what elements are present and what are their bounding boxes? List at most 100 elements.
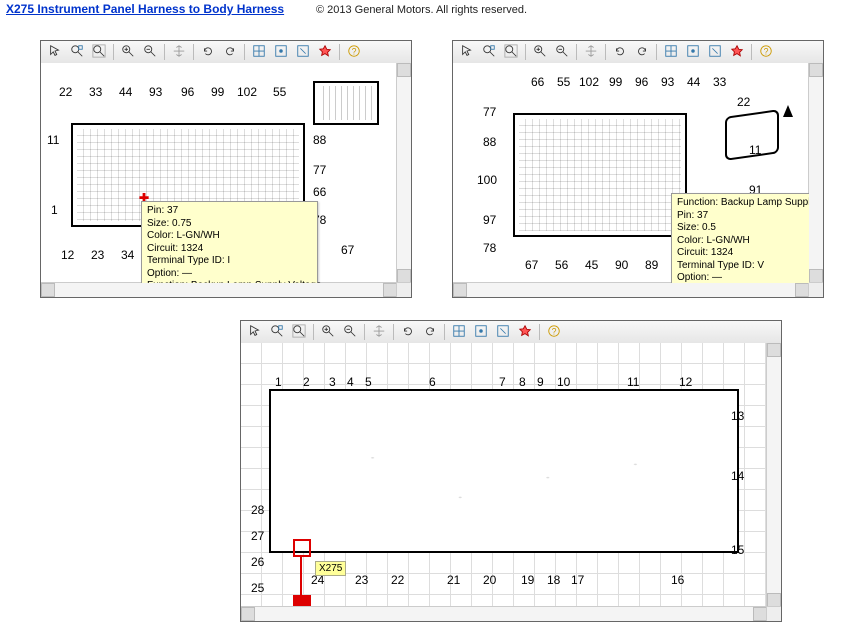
toolbar-separator	[656, 44, 657, 60]
callout: 102	[237, 85, 257, 99]
zoom-in-icon	[533, 44, 547, 61]
zoom-in-button[interactable]	[318, 322, 338, 342]
toggle-grid-button[interactable]	[661, 42, 681, 62]
toggle-layers-button[interactable]	[471, 322, 491, 342]
callout: 78	[483, 241, 496, 255]
help-icon: ?	[759, 44, 773, 61]
zoom-out-button[interactable]	[552, 42, 572, 62]
toolbar-separator	[751, 44, 752, 60]
zoom-area-button[interactable]	[67, 42, 87, 62]
zoom-area-button[interactable]	[267, 322, 287, 342]
horizontal-scrollbar[interactable]	[453, 282, 809, 297]
svg-text:?: ?	[552, 326, 557, 336]
copyright-text: © 2013 General Motors. All rights reserv…	[0, 4, 843, 16]
zoom-fit-button[interactable]	[89, 42, 109, 62]
toolbar: ?	[453, 41, 823, 64]
pointer-button[interactable]	[45, 42, 65, 62]
svg-text:?: ?	[352, 46, 357, 56]
horizontal-scrollbar[interactable]	[41, 282, 397, 297]
callout: 96	[635, 75, 648, 89]
vertical-scrollbar[interactable]	[766, 343, 781, 607]
toggle-grid-button[interactable]	[249, 42, 269, 62]
diagram-viewport[interactable]: ✚ 22 33 44 93 96 99 102 55 11 1 12 23 34…	[41, 63, 397, 283]
diagram-viewport[interactable]: 1 2 3 4 5 6 7 8 9 10 11 12 13 14 15 16 1…	[241, 343, 767, 607]
rotate-cw-button[interactable]	[220, 42, 240, 62]
toolbar-separator	[113, 44, 114, 60]
zoom-out-icon	[343, 324, 357, 341]
toolbar-separator	[605, 44, 606, 60]
highlight-button[interactable]	[727, 42, 747, 62]
callout: 5	[365, 375, 372, 389]
vertical-scrollbar[interactable]	[396, 63, 411, 283]
toggle-layers-button[interactable]	[271, 42, 291, 62]
toggle-layers-button[interactable]	[683, 42, 703, 62]
vertical-scrollbar[interactable]	[808, 63, 823, 283]
zoom-fit-button[interactable]	[501, 42, 521, 62]
callout: 56	[555, 258, 568, 272]
tooltip-row: Color: L-GN/WH	[147, 230, 312, 243]
tooltip-row: Option: —	[147, 268, 312, 281]
zoom-fit-button[interactable]	[289, 322, 309, 342]
tooltip-row: Color: L-GN/WH	[677, 235, 809, 248]
toggle-callouts-button[interactable]	[293, 42, 313, 62]
rotate-ccw-button[interactable]	[398, 322, 418, 342]
callout: 27	[251, 529, 264, 543]
pan-button[interactable]	[169, 42, 189, 62]
toolbar: ?	[41, 41, 411, 64]
callout: 99	[211, 85, 224, 99]
scroll-corner	[396, 282, 411, 297]
callout: 11	[47, 133, 59, 147]
pan-button[interactable]	[369, 322, 389, 342]
horizontal-scrollbar[interactable]	[241, 606, 767, 621]
zoom-area-button[interactable]	[479, 42, 499, 62]
toolbar: ?	[241, 321, 781, 344]
pointer-button[interactable]	[245, 322, 265, 342]
callout: 25	[251, 581, 264, 595]
callout: 55	[273, 85, 286, 99]
tooltip-row: Function: Backup Lamp Supply Voltage	[147, 280, 312, 283]
highlight-button[interactable]	[515, 322, 535, 342]
toggle-callouts-button[interactable]	[493, 322, 513, 342]
zoom-fit-icon	[92, 44, 106, 61]
tooltip-row: Terminal Type ID: I	[147, 255, 312, 268]
callout: 45	[585, 258, 598, 272]
toggle-callouts-button[interactable]	[705, 42, 725, 62]
pin-info-tooltip: Pin: 37Size: 0.75Color: L-GN/WHCircuit: …	[141, 201, 318, 283]
tooltip-row: Pin: 37	[677, 210, 809, 223]
callout: 66	[531, 75, 544, 89]
highlight-button[interactable]	[315, 42, 335, 62]
toggle-grid-button[interactable]	[449, 322, 469, 342]
rotate-ccw-button[interactable]	[198, 42, 218, 62]
rotate-ccw-button[interactable]	[610, 42, 630, 62]
zoom-in-icon	[121, 44, 135, 61]
toolbar-separator	[244, 44, 245, 60]
help-button[interactable]: ?	[544, 322, 564, 342]
callout: 55	[557, 75, 570, 89]
pan-button[interactable]	[581, 42, 601, 62]
rotate-ccw-icon	[401, 324, 415, 341]
zoom-in-button[interactable]	[530, 42, 550, 62]
callout: 67	[525, 258, 538, 272]
callout: 16	[671, 573, 684, 587]
callout: 99	[609, 75, 622, 89]
connector-viewer-harness-side: ? ✚ 22 33 44 93 96 99 102 55 11 1 12 23 …	[40, 40, 412, 298]
rotate-ccw-icon	[613, 44, 627, 61]
pointer-button[interactable]	[457, 42, 477, 62]
diagram-viewport[interactable]: 66 55 102 99 96 93 44 33 77 88 100 97 78…	[453, 63, 809, 283]
zoom-in-button[interactable]	[118, 42, 138, 62]
rotate-ccw-icon	[201, 44, 215, 61]
toggle-layers-icon	[686, 44, 700, 61]
zoom-out-button[interactable]	[340, 322, 360, 342]
callout: 102	[579, 75, 599, 89]
tooltip-row: Circuit: 1324	[677, 247, 809, 260]
tooltip-row: Size: 0.5	[677, 222, 809, 235]
zoom-in-icon	[321, 324, 335, 341]
rotate-cw-button[interactable]	[420, 322, 440, 342]
rotate-cw-button[interactable]	[632, 42, 652, 62]
zoom-out-button[interactable]	[140, 42, 160, 62]
help-button[interactable]: ?	[756, 42, 776, 62]
callout: 44	[119, 85, 132, 99]
help-button[interactable]: ?	[344, 42, 364, 62]
callout: 22	[59, 85, 72, 99]
callout: 1	[275, 375, 282, 389]
